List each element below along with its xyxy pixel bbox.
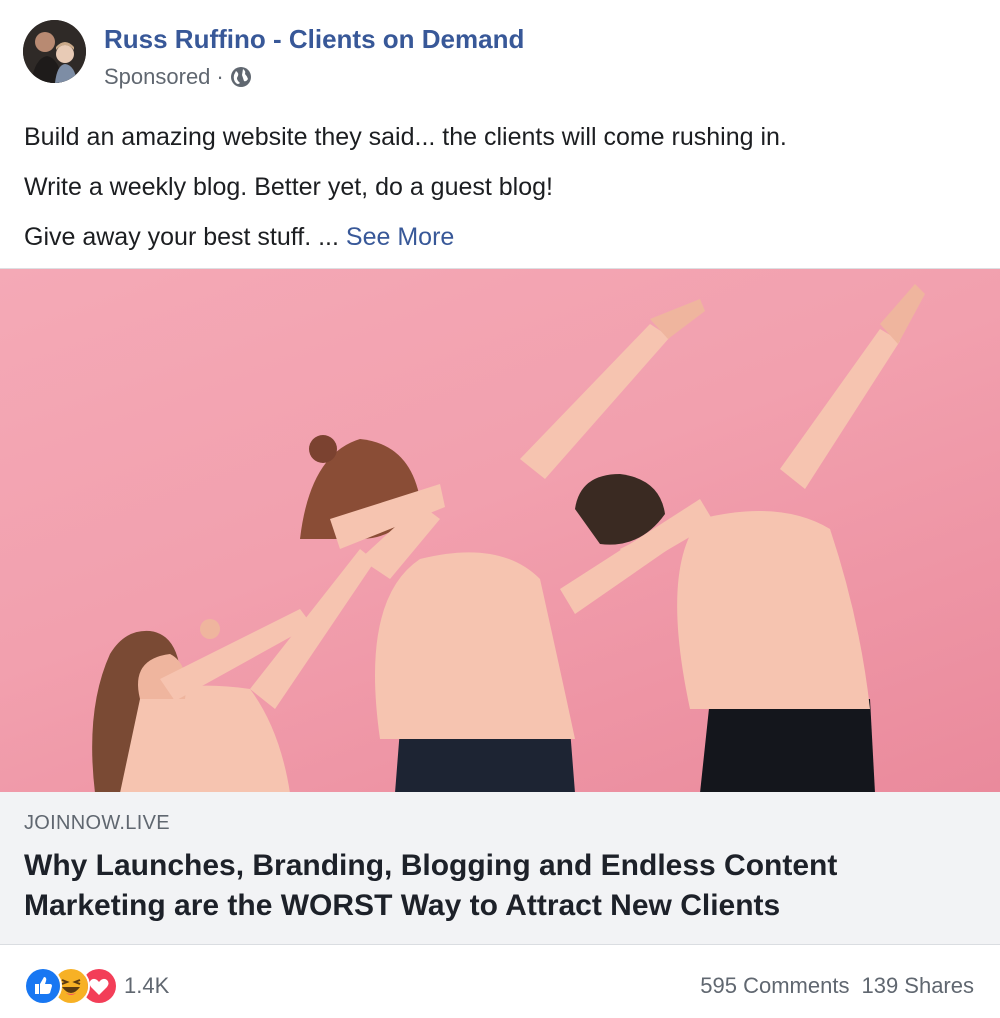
page-name-link[interactable]: Russ Ruffino - Clients on Demand xyxy=(104,24,524,55)
child-figure xyxy=(92,549,375,793)
shares-count-link[interactable]: 139 Shares xyxy=(861,973,974,998)
engagement-stats: 595 Comments 139 Shares xyxy=(700,973,974,999)
meta-separator: · xyxy=(216,64,224,89)
sponsored-label[interactable]: Sponsored xyxy=(104,64,210,90)
reactions-summary[interactable]: 1.4K xyxy=(24,967,169,1005)
post-text-line: Build an amazing website they said... th… xyxy=(24,123,787,151)
page-avatar[interactable] xyxy=(23,20,86,83)
engagement-bar: 1.4K 595 Comments 139 Shares xyxy=(0,945,1000,1018)
like-icon xyxy=(24,967,62,1005)
globe-icon[interactable] xyxy=(230,66,252,88)
post-header: Russ Ruffino - Clients on Demand Sponsor… xyxy=(0,0,1000,100)
father-figure xyxy=(560,284,925,793)
link-headline-line: Why Launches, Branding, Blogging and End… xyxy=(24,849,838,882)
post-image[interactable] xyxy=(0,268,1000,793)
comments-count-link[interactable]: 595 Comments xyxy=(700,973,849,998)
link-headline[interactable]: Why Launches, Branding, Blogging and End… xyxy=(24,846,974,926)
post-text-truncated: Give away your best stuff. ... xyxy=(24,223,339,251)
link-domain: JOINNOW.LIVE xyxy=(24,812,170,834)
sponsored-post: Russ Ruffino - Clients on Demand Sponsor… xyxy=(0,0,1000,1018)
post-text-line: Give away your best stuff. ... See More xyxy=(24,212,974,262)
post-text: Build an amazing website they said... th… xyxy=(24,112,974,262)
post-meta: Sponsored · xyxy=(104,64,252,90)
link-preview[interactable]: JOINNOW.LIVE Why Launches, Branding, Blo… xyxy=(0,792,1000,945)
see-more-link[interactable]: See More xyxy=(346,223,454,251)
post-text-line: Write a weekly blog. Better yet, do a gu… xyxy=(24,173,553,201)
reaction-count: 1.4K xyxy=(124,973,170,998)
link-headline-line: Marketing are the WORST Way to Attract N… xyxy=(24,889,781,922)
